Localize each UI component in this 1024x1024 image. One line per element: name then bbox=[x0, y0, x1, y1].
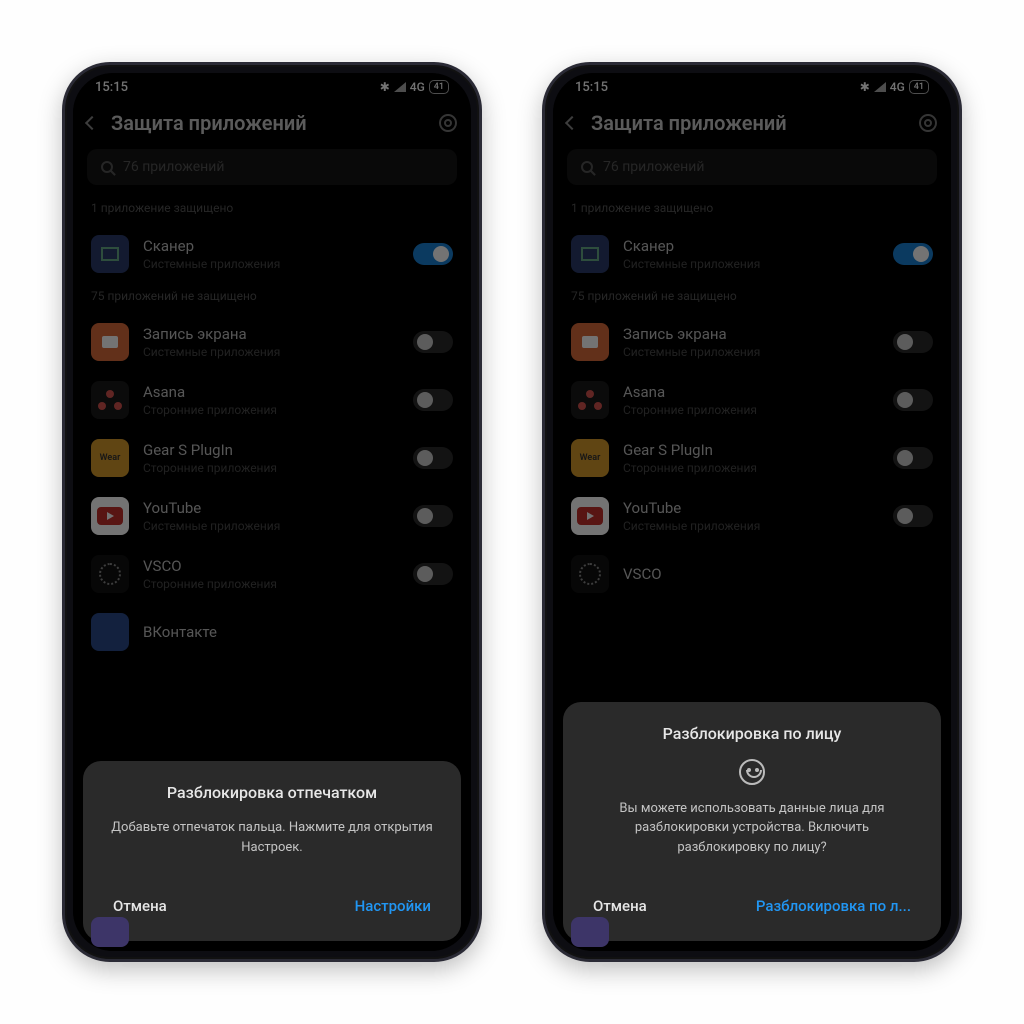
phone-right: 15:15 ✱ 4G 41 Защита приложений 76 прило… bbox=[542, 62, 962, 962]
viber-icon-peek bbox=[571, 917, 609, 947]
face-unlock-button[interactable]: Разблокировка по л... bbox=[750, 889, 917, 923]
dialog-title: Разблокировка по лицу bbox=[583, 724, 921, 743]
fingerprint-dialog: Разблокировка отпечатком Добавьте отпеча… bbox=[83, 761, 461, 941]
dialog-title: Разблокировка отпечатком bbox=[103, 783, 441, 802]
dialog-body: Добавьте отпечаток пальца. Нажмите для о… bbox=[103, 818, 441, 857]
face-unlock-dialog: Разблокировка по лицу Вы можете использо… bbox=[563, 702, 941, 942]
face-icon bbox=[739, 759, 765, 785]
settings-button[interactable]: Настройки bbox=[349, 889, 437, 923]
dialog-body: Вы можете использовать данные лица для р… bbox=[583, 799, 921, 858]
viber-icon-peek bbox=[91, 917, 129, 947]
phone-left: 15:15 ✱ 4G 41 Защита приложений 76 прило… bbox=[62, 62, 482, 962]
